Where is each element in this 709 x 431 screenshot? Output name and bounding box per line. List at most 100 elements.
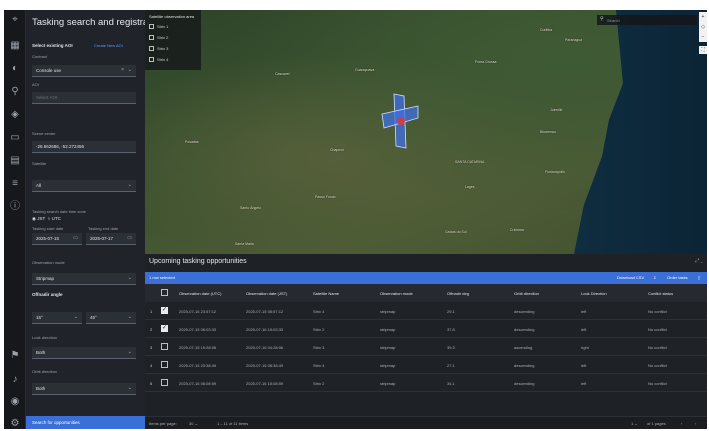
- date-zone-label: Tasking search date time zone: [32, 209, 87, 214]
- end-date-input[interactable]: 2025-07-17 ▭: [86, 233, 136, 245]
- globe-icon[interactable]: ◐: [9, 63, 21, 75]
- satellite-toggle[interactable]: Strix 2: [149, 35, 168, 40]
- map-search-input[interactable]: ⚲ Search: [597, 15, 697, 25]
- page-select[interactable]: 1 ⌄: [631, 421, 638, 426]
- contract-select[interactable]: Console use × ⌄: [32, 65, 136, 77]
- cell-conflict: No conflict: [648, 381, 667, 386]
- aoi-select[interactable]: Select AOI: [32, 92, 136, 104]
- look-direction-select[interactable]: Both ⌄: [32, 347, 136, 359]
- observation-mode-select[interactable]: Stripmap ⌄: [32, 273, 136, 285]
- cell-jst: 2025-07-16 15:03:33: [246, 327, 284, 332]
- table-row[interactable]: 1 2025-07-16 23:57:12 2025-07-15 08:57:12 S…: [145, 302, 707, 320]
- search-opportunities-button[interactable]: Search for opportunities: [26, 416, 145, 429]
- checkbox-icon[interactable]: [149, 57, 154, 62]
- cell-utc: 2025-07-15 06:03:33: [179, 327, 217, 332]
- user-icon[interactable]: ◉: [9, 396, 21, 408]
- satellite-toggle[interactable]: Strix 4: [149, 57, 168, 62]
- cell-deg: 29.1: [447, 309, 455, 314]
- document-icon[interactable]: ▭: [9, 132, 21, 144]
- scene-center-input[interactable]: -26.662686, -52.272456: [32, 141, 136, 153]
- table-row[interactable]: 3 2025-07-15 19:28:06 2025-07-16 04:28:06 S…: [145, 338, 707, 356]
- tasking-panel: Tasking search and registration Select e…: [26, 10, 164, 429]
- radio-utc-icon[interactable]: ○: [48, 216, 51, 221]
- items-per-page-value: 30: [189, 421, 194, 426]
- row-checkbox[interactable]: [161, 379, 168, 386]
- satellite-select[interactable]: All ⌄: [32, 180, 136, 192]
- map-place-label: Caxias do Sul: [445, 230, 467, 234]
- timezone-radio-group[interactable]: ◉ JST ○ UTC: [32, 216, 61, 222]
- radio-jst-icon[interactable]: ◉: [32, 216, 36, 221]
- calendar-icon[interactable]: ▭: [73, 235, 78, 241]
- calendar-icon[interactable]: ▭: [127, 235, 132, 241]
- prev-page-icon[interactable]: ‹: [681, 421, 682, 426]
- select-all-checkbox[interactable]: [161, 289, 168, 296]
- satellite-icon[interactable]: ⌖: [9, 14, 21, 26]
- create-aoi-link[interactable]: Create New AOI: [94, 43, 123, 48]
- map-place-label: Florianópolis: [545, 170, 565, 174]
- cart-icon[interactable]: ▯: [698, 275, 700, 280]
- row-checkbox[interactable]: [161, 306, 168, 314]
- column-header[interactable]: Look Direction: [581, 291, 607, 296]
- offnadir-min-select[interactable]: 15° ⌄: [32, 312, 82, 324]
- column-header[interactable]: Conflict status: [648, 291, 673, 296]
- satellite-toggle[interactable]: Strix 3: [149, 46, 168, 51]
- offnadir-max-select[interactable]: 45° ⌄: [86, 312, 136, 324]
- orbit-direction-label: Orbit direction: [32, 369, 57, 374]
- info-icon[interactable]: ⓘ: [9, 201, 21, 213]
- download-icon[interactable]: ⇩: [653, 275, 656, 280]
- search-icon[interactable]: ⚲: [9, 86, 21, 98]
- column-header[interactable]: Observation date (UTC): [179, 291, 221, 296]
- map-place-label: Blumenau: [540, 130, 556, 134]
- row-checkbox[interactable]: [161, 361, 168, 368]
- observation-footprint[interactable]: [380, 92, 420, 150]
- chevron-down-icon: ⌄: [73, 314, 78, 320]
- column-header[interactable]: Orbit direction: [514, 291, 539, 296]
- cell-orbit: descending: [514, 363, 535, 368]
- map-view[interactable]: Curitiba Paranaguá Ponta Grossa Guarapuava C…: [145, 10, 707, 254]
- grid-icon[interactable]: ▦: [9, 40, 21, 52]
- zoom-out-button[interactable]: −: [699, 32, 707, 42]
- checkbox-icon[interactable]: [149, 35, 154, 40]
- start-date-input[interactable]: 2025-07-15 ▭: [32, 233, 82, 245]
- row-index: 3: [150, 345, 153, 350]
- table-row[interactable]: 5 2025-07-16 06:08:59 2025-07-16 15:08:59 S…: [145, 374, 707, 392]
- column-header[interactable]: Observation date (JST): [246, 291, 287, 296]
- satellite-label: Satellite: [32, 161, 47, 166]
- satellite-name: Strix 3: [157, 46, 169, 51]
- scene-center-label: Scene center: [32, 131, 56, 136]
- next-page-icon[interactable]: ›: [695, 421, 696, 426]
- expand-icon[interactable]: ⤢ ⌄: [695, 258, 703, 264]
- column-header[interactable]: Offnadir deg: [447, 291, 469, 296]
- settings-icon[interactable]: ⚙: [9, 418, 21, 429]
- zoom-control[interactable]: + ◇ −: [699, 12, 707, 42]
- observation-area-panel: Satellite observation area Strix 1 Strix…: [145, 10, 201, 70]
- shield-icon[interactable]: ◈: [9, 109, 21, 121]
- row-checkbox[interactable]: [161, 324, 168, 332]
- compass-icon[interactable]: ◇: [699, 22, 707, 32]
- table-header: Observation date (UTC) Observation date …: [145, 284, 707, 302]
- column-header[interactable]: Observation mode: [380, 291, 413, 296]
- layers-icon[interactable]: ≡: [9, 178, 21, 190]
- order-tasks-button[interactable]: Order tasks: [667, 275, 688, 280]
- items-per-page-select[interactable]: 30 ⌄: [189, 421, 198, 426]
- cell-utc: 2025-07-15 23:38:49: [179, 363, 217, 368]
- bell-icon[interactable]: ♪: [9, 374, 21, 386]
- zoom-in-button[interactable]: +: [699, 12, 707, 22]
- column-header[interactable]: Satellite Name: [313, 291, 339, 296]
- table-row[interactable]: 4 2025-07-15 23:38:49 2025-07-16 08:38:49 S…: [145, 356, 707, 374]
- row-checkbox[interactable]: [161, 343, 168, 350]
- checkbox-icon[interactable]: [149, 46, 154, 51]
- satellite-toggle[interactable]: Strix 1: [149, 24, 168, 29]
- range-text: 1 – 11 of 11 items: [217, 421, 249, 426]
- cell-sat: Strix 4: [313, 363, 325, 368]
- fullscreen-icon[interactable]: ⛶: [699, 46, 707, 54]
- checkbox-icon[interactable]: [149, 24, 154, 29]
- clear-icon[interactable]: ×: [121, 67, 124, 73]
- row-index: 2: [150, 327, 153, 332]
- page-value: 1: [631, 421, 634, 426]
- orbit-direction-select[interactable]: Both ⌄: [32, 383, 136, 395]
- filter-icon[interactable]: ⚑: [9, 350, 21, 362]
- download-csv-button[interactable]: Download CSV: [617, 275, 644, 280]
- table-row[interactable]: 2 2025-07-15 06:03:33 2025-07-16 15:03:33 S…: [145, 320, 707, 338]
- chart-icon[interactable]: ▤: [9, 155, 21, 167]
